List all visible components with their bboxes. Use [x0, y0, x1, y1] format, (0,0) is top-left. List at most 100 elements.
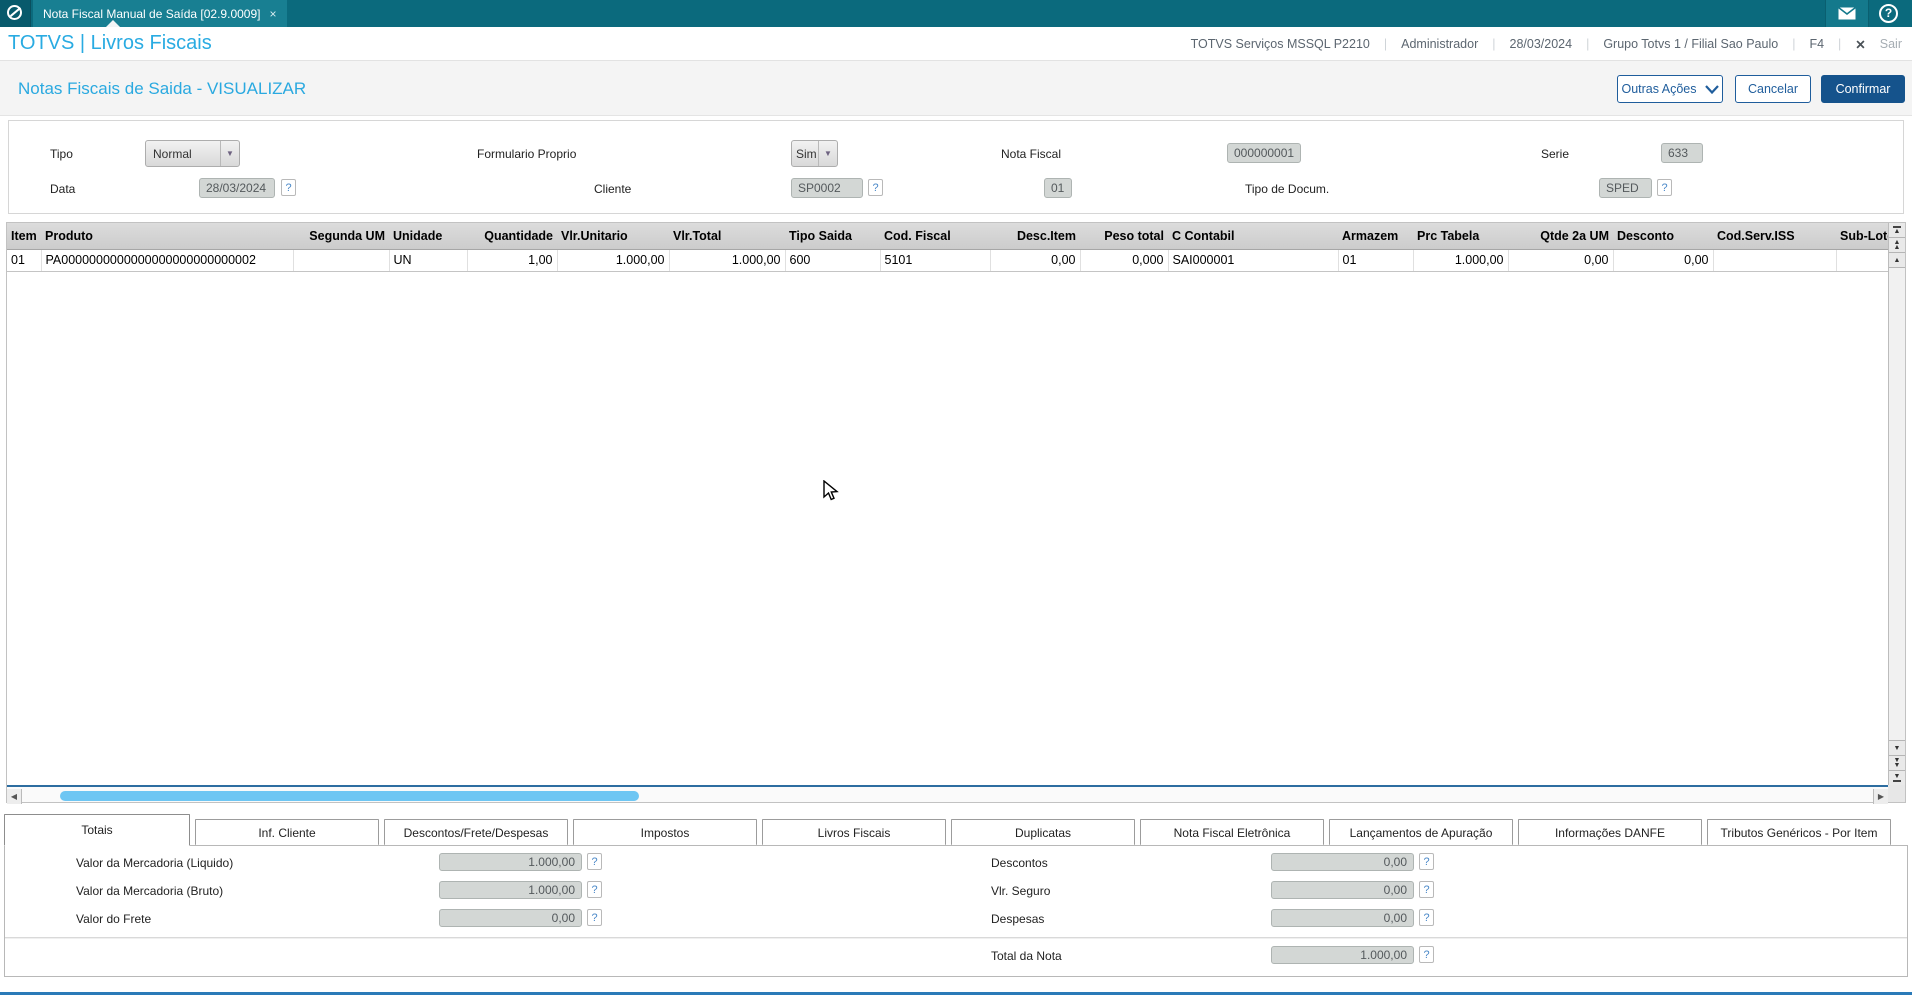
total-da-nota-field[interactable]: 1.000,00 — [1271, 946, 1414, 964]
cell-vlr-unitario[interactable]: 1.000,00 — [557, 249, 670, 272]
logout-button[interactable]: Sair — [1880, 37, 1902, 51]
cancel-button[interactable]: Cancelar — [1735, 75, 1811, 103]
cell-qtde-2a-um[interactable]: 0,00 — [1508, 249, 1614, 272]
scroll-page-down-icon[interactable]: ▼ ▼ — [1889, 755, 1905, 770]
col-header-vlr-unitario: Vlr.Unitario — [557, 223, 669, 250]
cell-peso-total[interactable]: 0,000 — [1080, 249, 1169, 272]
formulario-proprio-select[interactable]: Sim ▼ — [791, 140, 838, 167]
cell-produto[interactable]: PA0000000000000000000000000002 — [41, 249, 294, 272]
despesas-help-button[interactable]: ? — [1419, 909, 1434, 926]
cliente-field[interactable]: SP0002 — [791, 178, 863, 198]
cell-c-contabil[interactable]: SAI000001 — [1168, 249, 1339, 272]
cell-desconto[interactable]: 0,00 — [1613, 249, 1714, 272]
table-row[interactable]: 01 PA0000000000000000000000000002 UN 1,0… — [7, 249, 1888, 272]
tab-informacoes-danfe[interactable]: Informações DANFE — [1518, 819, 1702, 845]
nota-fiscal-label: Nota Fiscal — [1001, 147, 1062, 161]
items-grid: Item Produto Segunda UM Unidade Quantida… — [6, 222, 1906, 804]
confirm-button[interactable]: Confirmar — [1821, 75, 1905, 103]
cell-armazem[interactable]: 01 — [1338, 249, 1414, 272]
page-title: Notas Fiscais de Saida - VISUALIZAR — [18, 79, 307, 98]
cell-quantidade[interactable]: 1,00 — [467, 249, 558, 272]
vlr-seguro-field[interactable]: 0,00 — [1271, 881, 1414, 899]
app-window: Nota Fiscal Manual de Saída [02.9.0009] … — [0, 0, 1912, 998]
descontos-help-button[interactable]: ? — [1419, 853, 1434, 870]
cell-cod-serv-iss[interactable] — [1713, 249, 1837, 272]
scroll-down-icon[interactable]: ▼ — [1889, 740, 1905, 755]
tab-nota-fiscal-eletronica[interactable]: Nota Fiscal Eletrônica — [1140, 819, 1324, 845]
serie-field[interactable]: 633 — [1661, 143, 1703, 163]
cliente-help-button[interactable]: ? — [868, 179, 883, 196]
cell-unidade[interactable]: UN — [389, 249, 468, 272]
descontos-field[interactable]: 0,00 — [1271, 853, 1414, 871]
cell-segunda-um[interactable] — [293, 249, 390, 272]
mail-icon — [1838, 7, 1856, 20]
tipo-docum-label: Tipo de Docum. — [1245, 182, 1330, 196]
total-da-nota-help-button[interactable]: ? — [1419, 946, 1434, 963]
scroll-bottom-icon[interactable]: ▼ — [1889, 770, 1905, 785]
other-actions-button[interactable]: Outras Ações — [1617, 75, 1723, 103]
nota-fiscal-field[interactable]: 000000001 — [1227, 143, 1301, 163]
f4-shortcut[interactable]: F4 — [1809, 37, 1824, 51]
mail-button[interactable] — [1825, 0, 1869, 27]
valor-mercadoria-liquido-label: Valor da Mercadoria (Liquido) — [76, 856, 234, 870]
cell-vlr-total[interactable]: 1.000,00 — [669, 249, 786, 272]
bottom-tabs: Totais Inf. Cliente Descontos/Frete/Desp… — [4, 814, 1908, 846]
scroll-page-up-icon[interactable]: ▲ ▲ — [1889, 238, 1905, 253]
window-tab[interactable]: Nota Fiscal Manual de Saída [02.9.0009] … — [33, 0, 287, 27]
descontos-label: Descontos — [991, 856, 1048, 870]
horizontal-scroll-thumb[interactable] — [60, 791, 639, 801]
totais-panel: Valor da Mercadoria (Liquido) 1.000,00 ?… — [4, 845, 1908, 977]
tab-lancamentos-apuracao[interactable]: Lançamentos de Apuração — [1329, 819, 1513, 845]
tab-impostos[interactable]: Impostos — [573, 819, 757, 845]
despesas-field[interactable]: 0,00 — [1271, 909, 1414, 927]
vertical-scrollbar[interactable]: ▲ ▲ ▲ ▲ ▼ ▼ ▼ ▼ — [1888, 223, 1905, 785]
top-bar: Nota Fiscal Manual de Saída [02.9.0009] … — [0, 0, 1912, 27]
data-field[interactable]: 28/03/2024 — [199, 178, 275, 198]
tipo-label: Tipo — [50, 147, 73, 161]
tipo-docum-field[interactable]: SPED — [1599, 178, 1652, 198]
totvs-logo[interactable] — [0, 0, 31, 27]
cell-item[interactable]: 01 — [7, 249, 42, 272]
cell-sub-lote[interactable] — [1836, 249, 1888, 272]
valor-mercadoria-liquido-help-button[interactable]: ? — [587, 853, 602, 870]
valor-mercadoria-bruto-field[interactable]: 1.000,00 — [439, 881, 582, 899]
col-header-desconto: Desconto — [1613, 223, 1713, 250]
valor-mercadoria-liquido-field[interactable]: 1.000,00 — [439, 853, 582, 871]
tipo-docum-help-button[interactable]: ? — [1657, 179, 1672, 196]
horizontal-scrollbar[interactable]: ◀ ▶ — [7, 785, 1888, 804]
scroll-left-icon[interactable]: ◀ — [7, 789, 22, 804]
vlr-seguro-help-button[interactable]: ? — [1419, 881, 1434, 898]
data-help-button[interactable]: ? — [281, 179, 296, 196]
col-header-armazem: Armazem — [1338, 223, 1413, 250]
grid-header-row: Item Produto Segunda UM Unidade Quantida… — [7, 223, 1888, 250]
help-button[interactable]: ? — [1879, 4, 1898, 23]
tab-livros-fiscais[interactable]: Livros Fiscais — [762, 819, 946, 845]
tab-close-icon[interactable]: × — [269, 7, 276, 21]
tab-inf-cliente[interactable]: Inf. Cliente — [195, 819, 379, 845]
tab-tributos-genericos[interactable]: Tributos Genéricos - Por Item — [1707, 819, 1891, 845]
valor-mercadoria-bruto-help-button[interactable]: ? — [587, 881, 602, 898]
valor-frete-help-button[interactable]: ? — [587, 909, 602, 926]
formulario-proprio-label: Formulario Proprio — [477, 147, 577, 161]
brand-title: TOTVS | Livros Fiscais — [8, 32, 212, 54]
cell-cod-fiscal[interactable]: 5101 — [880, 249, 991, 272]
cell-desc-item[interactable]: 0,00 — [990, 249, 1081, 272]
chevron-down-icon — [1704, 84, 1719, 94]
tipo-select[interactable]: Normal ▼ — [145, 140, 240, 167]
scroll-top-icon[interactable]: ▲ — [1889, 223, 1905, 238]
cliente-label: Cliente — [594, 182, 632, 196]
scroll-up-icon[interactable]: ▲ — [1889, 253, 1905, 268]
valor-frete-field[interactable]: 0,00 — [439, 909, 582, 927]
scrollbar-corner — [1888, 785, 1905, 802]
tab-totais[interactable]: Totais — [4, 814, 190, 846]
col-header-item: Item — [7, 223, 41, 250]
col-header-segunda-um: Segunda UM — [293, 223, 389, 250]
tab-duplicatas[interactable]: Duplicatas — [951, 819, 1135, 845]
loja-field[interactable]: 01 — [1044, 178, 1072, 198]
tab-descontos-frete-despesas[interactable]: Descontos/Frete/Despesas — [384, 819, 568, 845]
logout-x-icon[interactable]: ✕ — [1855, 37, 1865, 52]
scroll-right-icon[interactable]: ▶ — [1873, 789, 1888, 804]
cell-tipo-saida[interactable]: 600 — [785, 249, 881, 272]
cell-prc-tabela[interactable]: 1.000,00 — [1413, 249, 1509, 272]
col-header-cod-fiscal: Cod. Fiscal — [880, 223, 990, 250]
